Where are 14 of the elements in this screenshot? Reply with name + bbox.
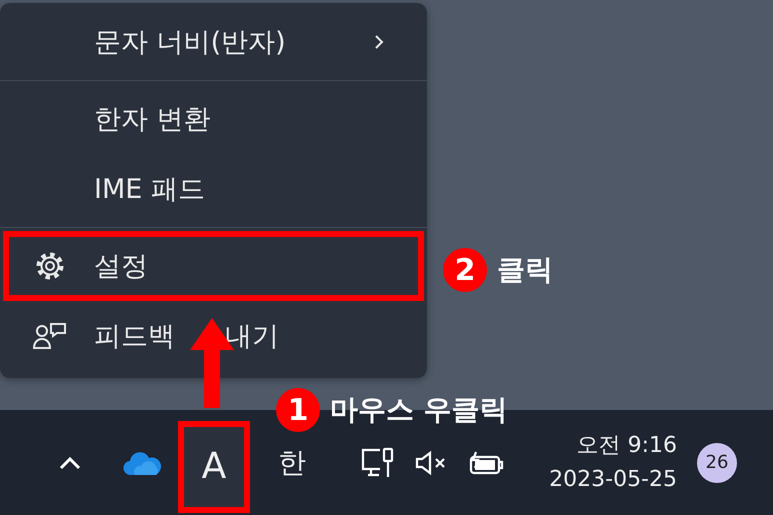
menu-item[interactable]: 한자 변환 (3, 84, 424, 154)
notification-badge[interactable]: 26 (697, 442, 737, 482)
menu-item[interactable]: 설정 (3, 231, 424, 301)
step-number: 2 (443, 248, 487, 292)
clock-time[interactable]: 오전 9:16 (576, 428, 677, 462)
annotation-label: 마우스 우클릭 (330, 392, 508, 428)
menu-item[interactable]: 문자 너비(반자) (3, 7, 424, 77)
menu-item[interactable]: 피드백 내기 (3, 301, 424, 371)
clock-date[interactable]: 2023-05-25 (549, 462, 677, 496)
step-number: 1 (276, 388, 320, 432)
annotation-label: 클릭 (497, 252, 553, 288)
language-button[interactable]: 한 (270, 444, 314, 482)
menu-item[interactable]: IME 패드 (3, 154, 424, 224)
input-mode-button[interactable]: A (178, 420, 250, 512)
